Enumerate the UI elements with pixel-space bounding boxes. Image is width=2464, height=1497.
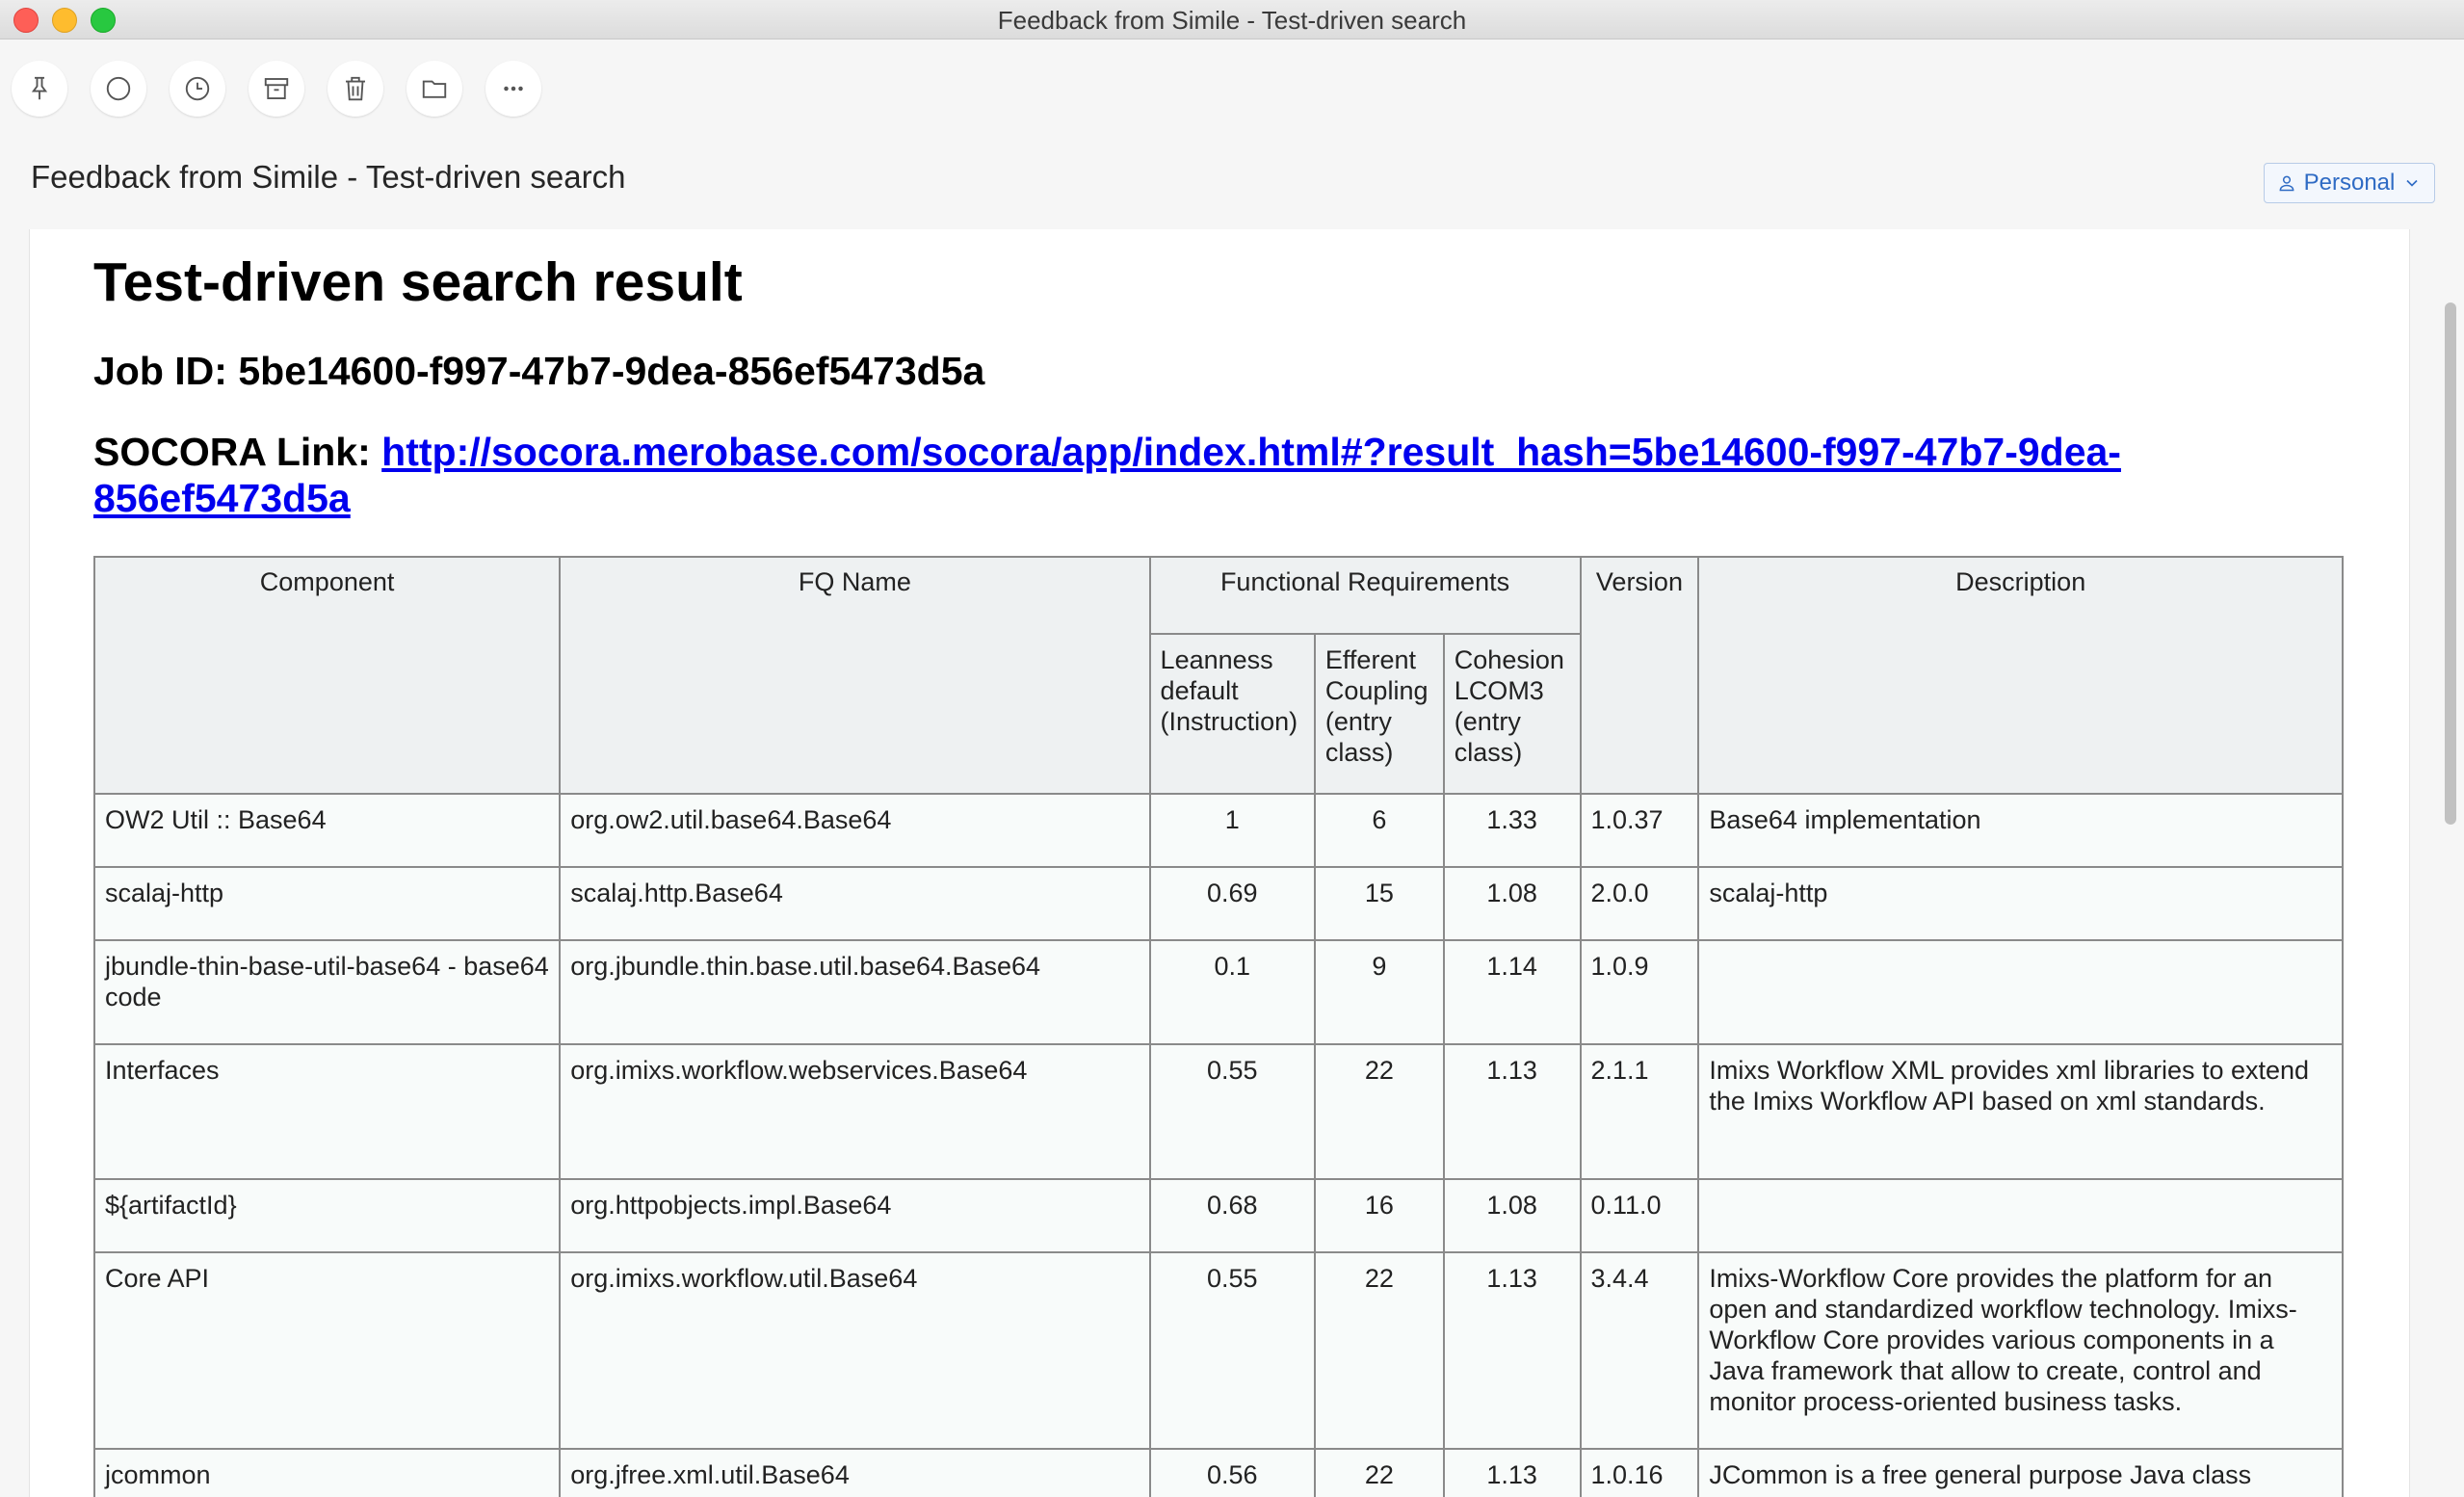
cell-cohesion: 1.33: [1442, 793, 1582, 868]
cell-fq-name: org.jfree.xml.util.Base64: [559, 1448, 1151, 1497]
cell-version: 1.0.9: [1579, 939, 1700, 1045]
cell-version: 3.4.4: [1579, 1251, 1700, 1450]
cell-coupling: 22: [1313, 1448, 1445, 1497]
cell-cohesion: 1.13: [1442, 1448, 1582, 1497]
account-label: Personal: [2303, 170, 2396, 196]
cell-leanness: 0.1: [1148, 939, 1316, 1045]
mark-unread-button[interactable]: [91, 61, 146, 117]
cell-leanness: 0.55: [1148, 1251, 1316, 1450]
cell-coupling: 9: [1313, 939, 1445, 1045]
vertical-scrollbar[interactable]: [2443, 229, 2456, 1497]
cell-cohesion: 1.13: [1442, 1043, 1582, 1180]
title-bar[interactable]: Feedback from Simile - Test-driven searc…: [0, 0, 2464, 39]
socora-link[interactable]: http://socora.merobase.com/socora/app/in…: [93, 430, 2121, 520]
cell-description: JCommon is a free general purpose Java c…: [1697, 1448, 2344, 1497]
delete-button[interactable]: [328, 61, 383, 117]
cell-description: scalaj-http: [1697, 866, 2344, 941]
cell-version: 0.11.0: [1579, 1178, 1700, 1253]
more-icon: [504, 86, 523, 92]
archive-button[interactable]: [249, 61, 304, 117]
circle-icon: [106, 76, 131, 101]
pin-button[interactable]: [12, 61, 67, 117]
cell-fq-name: org.imixs.workflow.webservices.Base64: [559, 1043, 1151, 1180]
cell-description: Imixs Workflow XML provides xml librarie…: [1697, 1043, 2344, 1180]
cell-coupling: 6: [1313, 793, 1445, 868]
socora-link-label: SOCORA Link:: [93, 430, 371, 474]
clock-icon: [185, 76, 210, 101]
cell-fq-name: org.jbundle.thin.base.util.base64.Base64: [559, 939, 1151, 1045]
pin-icon: [31, 76, 48, 100]
header-coupling: Efferent Coupling (entry class): [1313, 633, 1445, 795]
header-leanness: Leanness default (Instruction): [1148, 633, 1316, 795]
cell-description: [1697, 939, 2344, 1045]
move-button[interactable]: [406, 61, 462, 117]
cell-description: Base64 implementation: [1697, 793, 2344, 868]
cell-component: Core API: [92, 1251, 562, 1450]
job-id-label: Job ID:: [93, 349, 227, 393]
cell-component: jcommon: [92, 1448, 562, 1497]
cell-version: 1.0.37: [1579, 793, 1700, 868]
table-row: ${artifactId} org.httpobjects.impl.Base6…: [92, 1178, 2344, 1253]
cell-leanness: 0.69: [1148, 866, 1316, 941]
cell-version: 2.1.1: [1579, 1043, 1700, 1180]
message-body[interactable]: Test-driven search result Job ID: 5be146…: [29, 229, 2410, 1497]
account-selector[interactable]: Personal: [2264, 163, 2435, 203]
scrollbar-thumb[interactable]: [2445, 302, 2456, 825]
cell-component: Interfaces: [92, 1043, 562, 1180]
person-icon: [2279, 175, 2294, 192]
mail-window: Feedback from Simile - Test-driven searc…: [0, 0, 2464, 1497]
table-row: jbundle-thin-base-util-base64 - base64 c…: [92, 939, 2344, 1045]
cell-component: jbundle-thin-base-util-base64 - base64 c…: [92, 939, 562, 1045]
trash-icon: [346, 76, 365, 101]
header-version: Version: [1579, 556, 1700, 795]
snooze-button[interactable]: [170, 61, 225, 117]
header-cohesion: Cohesion LCOM3 (entry class): [1442, 633, 1582, 795]
table-row: Core API org.imixs.workflow.util.Base64 …: [92, 1251, 2344, 1450]
header-functional-requirements: Functional Requirements: [1148, 556, 1582, 635]
cell-fq-name: scalaj.http.Base64: [559, 866, 1151, 941]
cell-fq-name: org.imixs.workflow.util.Base64: [559, 1251, 1151, 1450]
job-id-line: Job ID: 5be14600-f997-47b7-9dea-856ef547…: [93, 349, 984, 394]
cell-version: 1.0.16: [1579, 1448, 1700, 1497]
cell-fq-name: org.ow2.util.base64.Base64: [559, 793, 1151, 868]
cell-cohesion: 1.08: [1442, 866, 1582, 941]
message-subject: Feedback from Simile - Test-driven searc…: [31, 159, 626, 195]
header-fq-name: FQ Name: [559, 556, 1151, 795]
cell-leanness: 0.55: [1148, 1043, 1316, 1180]
cell-leanness: 1: [1148, 793, 1316, 868]
cell-cohesion: 1.08: [1442, 1178, 1582, 1253]
window-title: Feedback from Simile - Test-driven searc…: [997, 6, 1467, 35]
cell-component: ${artifactId}: [92, 1178, 562, 1253]
cell-description: [1697, 1178, 2344, 1253]
cell-coupling: 22: [1313, 1043, 1445, 1180]
toolbar: [0, 39, 2464, 136]
document-title: Test-driven search result: [93, 251, 743, 313]
cell-description: Imixs-Workflow Core provides the platfor…: [1697, 1251, 2344, 1450]
folder-icon: [422, 80, 447, 98]
cell-coupling: 22: [1313, 1251, 1445, 1450]
cell-coupling: 16: [1313, 1178, 1445, 1253]
more-button[interactable]: [485, 61, 541, 117]
chevron-down-icon: [2406, 179, 2418, 187]
socora-link-line: SOCORA Link: http://socora.merobase.com/…: [93, 429, 2347, 521]
message-header: Feedback from Simile - Test-driven searc…: [0, 140, 2464, 226]
table-row: scalaj-http scalaj.http.Base64 0.69 15 1…: [92, 866, 2344, 941]
job-id-value: 5be14600-f997-47b7-9dea-856ef5473d5a: [238, 349, 985, 393]
results-table: Component FQ Name Functional Requirement…: [92, 556, 2344, 1497]
table-row: OW2 Util :: Base64 org.ow2.util.base64.B…: [92, 793, 2344, 868]
cell-leanness: 0.56: [1148, 1448, 1316, 1497]
header-component: Component: [92, 556, 562, 795]
cell-component: scalaj-http: [92, 866, 562, 941]
header-description: Description: [1697, 556, 2344, 795]
cell-version: 2.0.0: [1579, 866, 1700, 941]
table-row: Interfaces org.imixs.workflow.webservice…: [92, 1043, 2344, 1180]
cell-coupling: 15: [1313, 866, 1445, 941]
table-row: jcommon org.jfree.xml.util.Base64 0.56 2…: [92, 1448, 2344, 1497]
cell-cohesion: 1.14: [1442, 939, 1582, 1045]
cell-leanness: 0.68: [1148, 1178, 1316, 1253]
cell-fq-name: org.httpobjects.impl.Base64: [559, 1178, 1151, 1253]
archive-icon: [264, 78, 289, 99]
cell-component: OW2 Util :: Base64: [92, 793, 562, 868]
cell-cohesion: 1.13: [1442, 1251, 1582, 1450]
